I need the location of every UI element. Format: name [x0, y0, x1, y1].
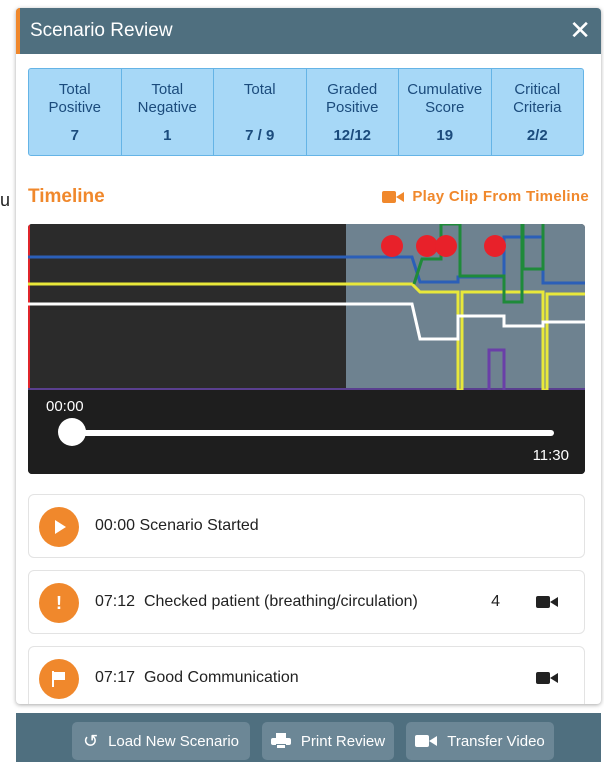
graph-dark-region: [28, 224, 346, 390]
current-time: 00:00: [46, 398, 84, 415]
stat-critical-criteria: Critical Criteria 2/2: [492, 69, 584, 155]
video-camera-icon[interactable]: [536, 671, 558, 685]
stat-value: 19: [436, 127, 454, 144]
video-camera-icon[interactable]: [536, 595, 558, 609]
stat-total-negative: Total Negative 1: [122, 69, 214, 155]
exclamation-icon: !: [39, 583, 79, 623]
stat-graded-positive: Graded Positive 12/12: [307, 69, 399, 155]
reload-icon: ↺: [82, 730, 99, 751]
timeline-title: Timeline: [28, 186, 105, 207]
printer-icon: [270, 733, 291, 749]
video-player-controls: 00:00 11:30: [28, 390, 585, 474]
stat-value: 12/12: [333, 127, 372, 144]
graph-event-marker: [381, 235, 403, 257]
list-item[interactable]: ! 07:12 Checked patient (breathing/circu…: [28, 570, 585, 634]
transfer-video-button[interactable]: Transfer Video: [406, 722, 554, 760]
list-item[interactable]: 07:17 Good Communication: [28, 646, 585, 704]
modal-title: Scenario Review: [30, 20, 173, 41]
modal-header: Scenario Review ✕: [16, 8, 601, 54]
play-icon[interactable]: [39, 507, 79, 547]
video-camera-icon: [415, 734, 438, 748]
stat-value: 1: [163, 127, 172, 144]
load-new-scenario-button[interactable]: ↺ Load New Scenario: [72, 722, 250, 760]
scenario-review-modal: Scenario Review ✕ Total Positive 7 Total N…: [16, 8, 601, 704]
play-clip-label: Play Clip From Timeline: [412, 188, 589, 205]
stat-total: Total 7 / 9: [214, 69, 307, 155]
stat-value: 7: [70, 127, 79, 144]
graph-event-marker: [484, 235, 506, 257]
timeline-graph: [28, 224, 585, 390]
event-list: 00:00 Scenario Started ! 07:12 Checked p…: [28, 494, 585, 704]
stat-value: 7 / 9: [245, 127, 275, 144]
graph-event-marker: [416, 235, 438, 257]
stats-panel: Total Positive 7 Total Negative 1 Total 7 …: [28, 68, 584, 156]
video-camera-icon: [382, 190, 405, 204]
graph-event-marker: [435, 235, 457, 257]
print-review-button[interactable]: Print Review: [262, 722, 394, 760]
background-text: u: [0, 190, 10, 210]
stat-value: 2/2: [526, 127, 548, 144]
stat-cumulative-score: Cumulative Score 19: [399, 69, 492, 155]
play-clip-button[interactable]: Play Clip From Timeline: [382, 188, 589, 205]
duration: 11:30: [532, 447, 569, 464]
close-icon[interactable]: ✕: [569, 14, 591, 46]
list-item[interactable]: 00:00 Scenario Started: [28, 494, 585, 558]
timeline-chart[interactable]: 00:00 11:30: [28, 224, 585, 474]
footer-toolbar: ↺ Load New Scenario Print Review Transfe…: [16, 713, 601, 762]
event-count: 4: [491, 593, 500, 610]
seek-knob[interactable]: [58, 418, 86, 446]
flag-icon: [39, 659, 79, 699]
seek-track[interactable]: [72, 430, 554, 436]
stat-total-positive: Total Positive 7: [29, 69, 122, 155]
